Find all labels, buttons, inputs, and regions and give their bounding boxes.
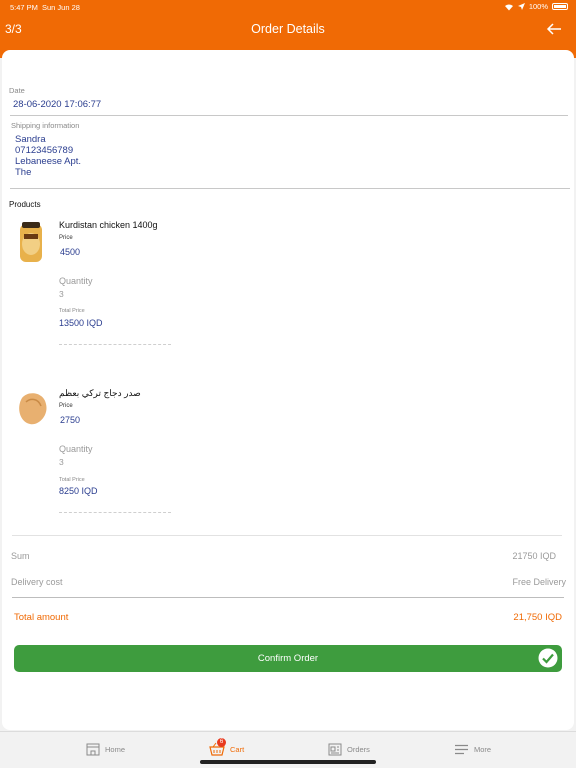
battery-percent: 100% — [528, 2, 548, 11]
price-label: Price — [59, 403, 73, 409]
cart-count-badge: 6 — [217, 738, 226, 747]
check-circle-icon — [538, 648, 558, 668]
quantity-label: Quantity — [59, 276, 93, 286]
page-title: Order Details — [251, 22, 325, 36]
total-amount-value: 21,750 IQD — [513, 612, 562, 623]
confirm-order-label: Confirm Order — [257, 653, 319, 664]
product-total: 13500 IQD — [59, 318, 103, 328]
divider — [12, 597, 564, 598]
product-total: 8250 IQD — [59, 486, 98, 496]
tab-label: Cart — [230, 744, 245, 754]
chicken-package-icon — [20, 222, 42, 262]
confirm-order-button[interactable]: Confirm Order — [14, 645, 562, 672]
delivery-cost-label: Delivery cost — [11, 577, 63, 587]
store-icon — [86, 743, 100, 755]
quantity-label: Quantity — [59, 444, 93, 454]
chicken-breast-icon — [19, 393, 47, 425]
tab-orders[interactable]: Orders — [328, 738, 370, 760]
product-price: 4500 — [60, 247, 81, 257]
product-price: 2750 — [60, 415, 81, 425]
tab-cart[interactable]: 6 Cart — [209, 738, 244, 760]
total-price-label: Total Price — [59, 308, 85, 314]
status-time: 5:47 PM — [10, 3, 38, 12]
shipping-phone: 07123456789 — [15, 145, 74, 156]
battery-icon — [552, 3, 568, 10]
tab-label: More — [474, 744, 492, 754]
status-indicators: 100% — [504, 2, 568, 11]
shipping-extra: The — [15, 167, 32, 178]
orders-icon — [328, 743, 342, 755]
order-details-card: Date 28-06-2020 17:06:77 Shipping inform… — [2, 50, 574, 730]
status-bar: 5:47 PM Sun Jun 28 100% — [0, 0, 576, 14]
price-label: Price — [59, 235, 73, 241]
home-indicator[interactable] — [200, 760, 376, 764]
product-quantity: 3 — [59, 457, 64, 467]
delivery-cost-value: Free Delivery — [512, 577, 566, 587]
location-icon — [517, 3, 525, 10]
back-arrow-icon[interactable] — [546, 20, 562, 38]
shipping-street: Lebaneese Apt. — [15, 156, 82, 167]
date-label: Date — [9, 86, 25, 95]
menu-icon — [455, 744, 468, 754]
shipping-address: Sandra 07123456789 Lebaneese Apt. The — [15, 134, 81, 178]
shipping-name: Sandra — [15, 134, 46, 145]
tab-more[interactable]: More — [454, 738, 491, 760]
dashed-divider — [59, 512, 171, 513]
product-quantity: 3 — [59, 289, 64, 299]
status-date: Sun Jun 28 — [42, 3, 80, 12]
wifi-icon — [504, 3, 513, 11]
divider — [10, 115, 568, 116]
dashed-divider — [59, 344, 171, 345]
cart-icon-wrap: 6 — [209, 738, 226, 756]
total-amount-label: Total amount — [14, 612, 69, 623]
product-name: صدر دجاج تركي بعظم — [59, 388, 141, 398]
sum-label: Sum — [11, 551, 30, 561]
products-label: Products — [9, 200, 41, 209]
sum-value: 21750 IQD — [512, 551, 556, 561]
total-price-label: Total Price — [59, 477, 85, 483]
divider — [10, 188, 570, 189]
product-name: Kurdistan chicken 1400g — [59, 220, 158, 230]
order-date: 28-06-2020 17:06:77 — [13, 99, 102, 110]
tab-label: Home — [105, 744, 126, 754]
shipping-label: Shipping information — [11, 121, 80, 130]
tab-home[interactable]: Home — [86, 738, 125, 760]
divider — [12, 535, 562, 536]
tab-label: Orders — [347, 744, 370, 754]
